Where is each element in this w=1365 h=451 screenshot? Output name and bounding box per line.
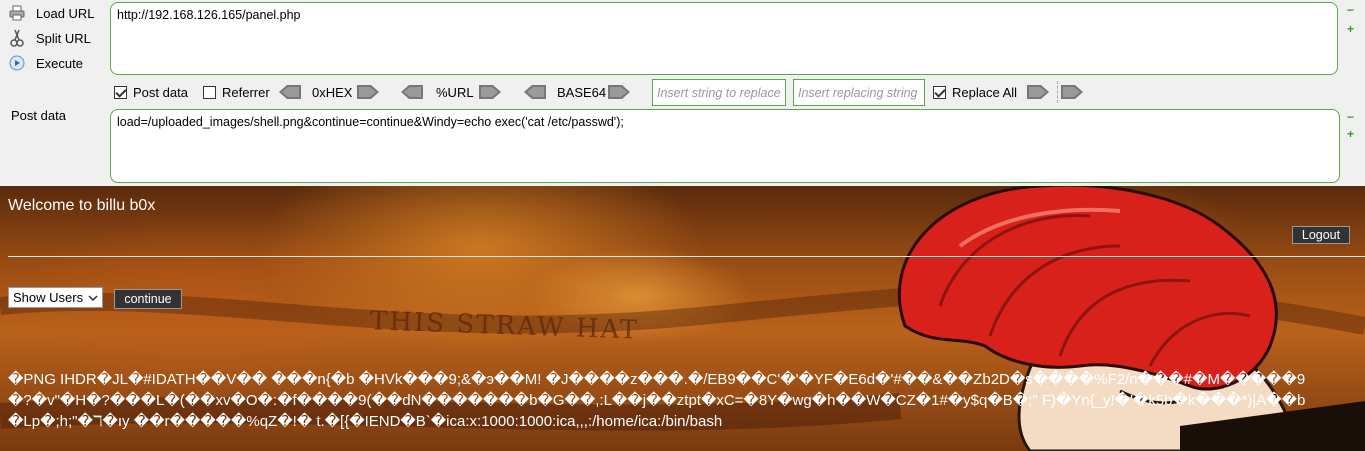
- url-encode-label: %URL: [436, 85, 474, 100]
- checkbox-checked-icon: [114, 86, 127, 99]
- post-data-check-label: Post data: [133, 85, 188, 100]
- play-icon: [8, 54, 26, 72]
- chevron-down-icon: [88, 294, 98, 301]
- welcome-heading: Welcome to billu b0x: [8, 197, 156, 214]
- execute-button[interactable]: Execute: [8, 52, 83, 74]
- replace-all-checkbox[interactable]: Replace All: [933, 85, 1017, 100]
- post-data-checkbox[interactable]: Post data: [114, 85, 188, 100]
- replace-next-arrow-icon[interactable]: [1061, 85, 1083, 99]
- options-row: Post data Referrer 0xHEX %URL BASE64 Ins…: [114, 79, 1354, 106]
- base64-decode-arrow-icon[interactable]: [524, 85, 546, 99]
- url-expand-button[interactable]: +: [1347, 23, 1354, 35]
- scissors-icon: [8, 29, 26, 47]
- execute-label: Execute: [36, 55, 83, 71]
- post-data-label: Post data: [11, 108, 66, 123]
- select-value: Show Users: [13, 290, 84, 305]
- output-line: �?�v"�H�?���L�(��xv�O�:�f����9(��dN�����…: [8, 392, 1306, 409]
- divider: [8, 256, 1365, 257]
- output-line: �PNG IHDR�JL�#IDATH��V�� ���n{�b �HVk���…: [8, 371, 1306, 388]
- continue-button[interactable]: continue: [114, 289, 182, 309]
- url-shrink-button[interactable]: −: [1347, 4, 1354, 16]
- hackbar-toolbar: Load URL Split URL Execute http://192.16…: [0, 0, 1365, 186]
- logout-button[interactable]: Logout: [1292, 226, 1350, 244]
- url-decode-arrow-icon[interactable]: [401, 85, 423, 99]
- referrer-checkbox[interactable]: Referrer: [203, 85, 270, 100]
- replace-all-label: Replace All: [952, 85, 1018, 100]
- web-page: THIS STRAW HAT Welcome to billu b0x Logo…: [0, 186, 1365, 451]
- split-url-button[interactable]: Split URL: [8, 27, 91, 49]
- replace-string-input[interactable]: Insert string to replace: [652, 79, 786, 106]
- printer-icon: [8, 4, 26, 22]
- post-expand-button[interactable]: +: [1347, 128, 1354, 140]
- split-url-label: Split URL: [36, 30, 91, 46]
- hex-label: 0xHEX: [312, 85, 353, 100]
- url-encode-arrow-icon[interactable]: [479, 85, 501, 99]
- referrer-label: Referrer: [222, 85, 270, 100]
- replacing-string-input[interactable]: Insert replacing string: [793, 79, 925, 106]
- hex-encode-arrow-icon[interactable]: [357, 85, 379, 99]
- base64-label: BASE64: [557, 85, 607, 100]
- command-output: �PNG IHDR�JL�#IDATH��V�� ���n{�b �HVk���…: [8, 369, 1353, 432]
- replace-arrow-icon[interactable]: [1027, 85, 1049, 99]
- load-url-button[interactable]: Load URL: [8, 2, 95, 24]
- post-data-textarea[interactable]: load=/uploaded_images/shell.png&continue…: [110, 109, 1340, 183]
- hex-decode-arrow-icon[interactable]: [279, 85, 301, 99]
- checkbox-checked-icon: [933, 86, 946, 99]
- separator: [1057, 81, 1058, 103]
- base64-encode-arrow-icon[interactable]: [608, 85, 630, 99]
- url-textarea[interactable]: http://192.168.126.165/panel.php: [110, 2, 1338, 75]
- action-select[interactable]: Show Users: [8, 287, 103, 308]
- checkbox-unchecked-icon: [203, 86, 216, 99]
- load-url-label: Load URL: [36, 5, 95, 21]
- output-line: �Lp�;h;"�ℸ�ıy ��r�����%qZ�!� t.�[{�IEND�…: [8, 413, 723, 430]
- post-shrink-button[interactable]: −: [1347, 111, 1354, 123]
